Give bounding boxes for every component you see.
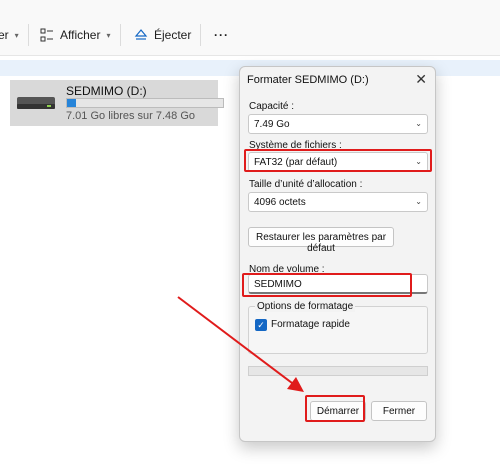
eject-label: Éjecter [154, 28, 192, 42]
filesystem-value: FAT32 (par défaut) [254, 157, 338, 168]
more-options-button[interactable]: ··· [214, 28, 229, 42]
volume-name-input[interactable]: SEDMIMO [248, 274, 428, 294]
filesystem-label: Système de fichiers : [249, 140, 342, 151]
drive-name: SEDMIMO (D:) [66, 84, 147, 98]
chevron-down-icon: ⌄ [415, 119, 422, 128]
filesystem-select[interactable]: FAT32 (par défaut) ⌄ [248, 152, 428, 172]
close-icon[interactable]: ✕ [415, 71, 427, 88]
chevron-down-icon: ⌄ [415, 197, 422, 206]
toolbar-divider [200, 24, 201, 46]
view-list-icon [40, 28, 53, 42]
chevron-down-icon: ⌄ [415, 157, 422, 166]
quick-format-label[interactable]: Formatage rapide [271, 319, 350, 330]
format-options-group: Options de formatage ✓ Formatage rapide [248, 301, 428, 354]
format-progress-bar [248, 366, 428, 376]
format-options-title: Options de formatage [255, 301, 356, 312]
drive-space-text: 7.01 Go libres sur 7.48 Go [66, 110, 196, 122]
drive-usage-bar [66, 98, 224, 108]
allocation-select[interactable]: 4096 octets ⌄ [248, 192, 428, 212]
close-button[interactable]: Fermer [371, 401, 427, 421]
drive-icon [17, 97, 55, 109]
view-menu-button[interactable]: Afficher ▾ [40, 28, 110, 42]
eject-button[interactable]: Éjecter [134, 28, 191, 42]
view-menu-label: Afficher [60, 28, 101, 42]
allocation-value: 4096 octets [254, 197, 306, 208]
capacity-label: Capacité : [249, 101, 295, 112]
explorer-toolbar: er ▾ Afficher ▾ Éjecter ··· [0, 0, 500, 56]
toolbar-divider [28, 24, 29, 46]
allocation-label: Taille d’unité d’allocation : [249, 179, 363, 190]
start-button[interactable]: Démarrer [310, 401, 366, 421]
drive-tile[interactable]: SEDMIMO (D:) 7.01 Go libres sur 7.48 Go [10, 80, 224, 126]
more-options-label: ··· [214, 28, 229, 42]
format-dialog: Formater SEDMIMO (D:) ✕ Capacité : 7.49 … [239, 66, 436, 442]
toolbar-partial-item[interactable]: er ▾ [0, 28, 19, 42]
capacity-select[interactable]: 7.49 Go ⌄ [248, 114, 428, 134]
quick-format-checkbox[interactable]: ✓ [255, 319, 267, 331]
chevron-down-icon: ▾ [106, 30, 111, 40]
eject-icon [134, 29, 148, 40]
capacity-value: 7.49 Go [254, 119, 290, 130]
chevron-down-icon: ▾ [14, 30, 19, 40]
restore-defaults-button[interactable]: Restaurer les paramètres par défaut [248, 227, 394, 254]
toolbar-divider [120, 24, 121, 46]
dialog-title: Formater SEDMIMO (D:) [247, 74, 369, 86]
toolbar-partial-label: er [0, 28, 9, 42]
volume-name-value: SEDMIMO [254, 279, 302, 290]
drive-usage-fill [67, 99, 77, 107]
